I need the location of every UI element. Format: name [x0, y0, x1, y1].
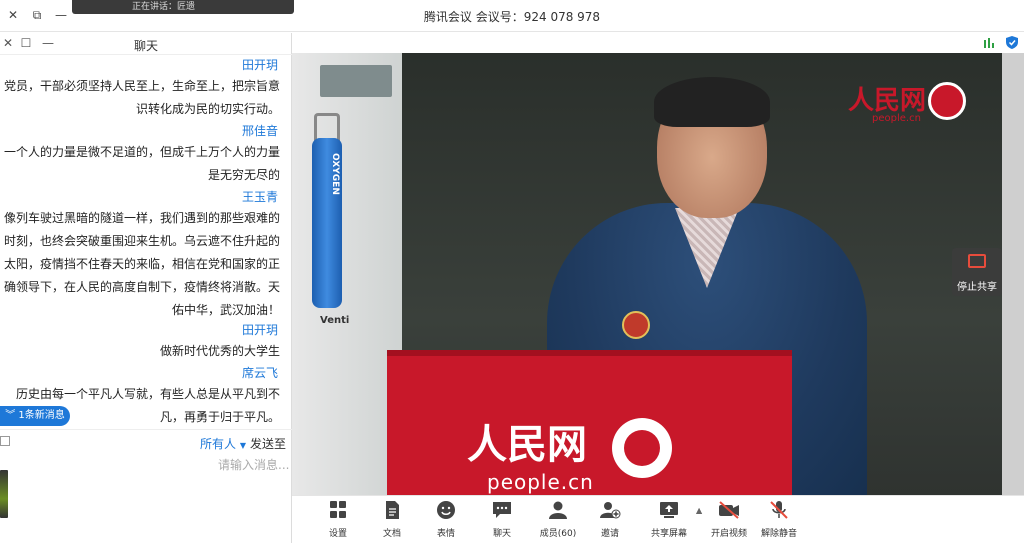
message-text: 佑中华，武汉加油！ [171, 303, 280, 317]
background-text: Venti [320, 315, 350, 326]
chat-icon [491, 500, 513, 520]
stop-share-button[interactable]: 停止共享 [952, 248, 1002, 296]
message-sender: 邢佳音 [241, 124, 278, 138]
podium-logo-icon [612, 418, 672, 478]
send-target-dropdown[interactable]: 所有人 ▼ [200, 435, 246, 452]
message-item: 邢佳音 一个人的力量是微不足道的，但成千上万个人的力量 是无穷无尽的 [0, 121, 286, 187]
message-text: 像列车驶过黑暗的隧道一样，我们遇到的那些艰难的 [3, 211, 280, 225]
new-messages-label: 1条新消息 [18, 410, 65, 421]
members-button[interactable]: 成员(60) [536, 500, 580, 540]
message-sender: 席云飞 [241, 366, 278, 380]
emoji-label: 表情 [436, 529, 455, 539]
tank-valve [314, 113, 340, 141]
message-text: 确领导下，在人民的高度自制下，疫情终将消散。天 [3, 280, 280, 294]
message-text: 做新时代优秀的大学生 [159, 344, 280, 358]
mic-off-icon [768, 500, 790, 520]
send-target-value: 所有人 [200, 437, 237, 451]
chat-title: 聊天 [133, 39, 158, 53]
unmute-label: 解除静音 [760, 529, 797, 539]
chevron-down-icon: ︾ [5, 410, 16, 421]
message-text: 识转化成为民的切实行动。 [135, 102, 280, 116]
members-icon [547, 500, 569, 520]
message-text: 党员，干部必须坚持人民至上，生命至上，把宗旨意 [3, 79, 280, 93]
podium-logo-en: people.cn [487, 470, 594, 494]
docs-label: 文档 [382, 529, 401, 539]
message-text: 是无穷无尽的 [207, 168, 280, 182]
send-target-bar: 所有人 ▼ 发送至 [0, 429, 292, 453]
speaker-hair [654, 77, 770, 127]
chat-input[interactable]: 请输入消息... [218, 456, 289, 473]
tank-label: OXYGEN [330, 153, 340, 195]
chat-window: ✕ ☐ — 聊天 田开玥 党员，干部必须坚持人民至上，生命至上，把宗旨意 识转化… [0, 33, 292, 543]
shield-icon[interactable] [1006, 36, 1018, 49]
invite-icon [599, 500, 621, 520]
message-text: 一个人的力量是微不足道的，但成千上万个人的力量 [3, 145, 280, 159]
share-screen-icon [658, 500, 680, 520]
share-screen-label: 共享屏幕 [650, 529, 687, 539]
watermark-logo-en: people.cn [872, 113, 921, 124]
message-item: 田开玥 做新时代优秀的大学生 [0, 320, 286, 363]
document-icon [381, 500, 403, 520]
message-sender: 田开玥 [241, 323, 278, 337]
message-sender: 田开玥 [241, 58, 278, 72]
stop-share-label: 停止共享 [957, 282, 997, 293]
camera-off-icon [718, 500, 740, 520]
watermark-logo-cn: 人民网 [848, 86, 927, 116]
docs-button[interactable]: 文档 [372, 500, 412, 540]
message-text: 太阳，疫情挡不住春天的来临，相信在党和国家的正 [3, 257, 280, 271]
share-screen-button[interactable]: ▲ 共享屏幕 [644, 500, 702, 540]
signal-icon[interactable] [984, 38, 996, 48]
video-button[interactable]: ▲ 开启视频 [696, 500, 754, 540]
new-messages-button[interactable]: ︾ 1条新消息 [0, 406, 70, 426]
chat-button[interactable]: 聊天 [482, 500, 522, 540]
caret-up-icon[interactable]: ▲ [696, 506, 702, 515]
emoji-icon [435, 500, 457, 520]
speaking-toast: 正在讲话：匠遗 [72, 0, 294, 14]
settings-icon [327, 500, 349, 520]
screenshot-icon[interactable] [0, 436, 10, 446]
chat-header: ✕ ☐ — 聊天 [0, 33, 292, 55]
message-item: 田开玥 党员，干部必须坚持人民至上，生命至上，把宗旨意 识转化成为民的切实行动。 [0, 55, 286, 121]
unmute-button[interactable]: 解除静音 [754, 500, 804, 540]
message-item: 王玉青 像列车驶过黑暗的隧道一样，我们遇到的那些艰难的 时刻，也终会突破重围迎来… [0, 187, 286, 322]
message-text: 时刻，也终会突破重围迎来生机。乌云遮不住升起的 [3, 234, 280, 248]
message-list[interactable]: 田开玥 党员，干部必须坚持人民至上，生命至上，把宗旨意 识转化成为民的切实行动。… [0, 55, 292, 427]
chat-label: 聊天 [492, 529, 511, 539]
caret-down-icon: ▼ [239, 441, 246, 450]
invite-label: 邀请 [600, 529, 619, 539]
members-label: 成员(60) [539, 529, 577, 539]
meeting-toolbar: 解除静音 ▲ 开启视频 ▲ 共享屏幕 邀请 成员(60) 聊天 表情 文档 设置 [292, 495, 1024, 543]
settings-label: 设置 [328, 529, 347, 539]
message-sender: 王玉青 [241, 190, 278, 204]
settings-button[interactable]: 设置 [318, 500, 358, 540]
video-label: 开启视频 [710, 529, 747, 539]
stop-share-icon [968, 254, 986, 268]
send-to-label: 发送至 [250, 437, 287, 451]
background-sign [320, 65, 392, 97]
emoji-button[interactable]: 表情 [426, 500, 466, 540]
volume-meter [0, 470, 8, 518]
watermark-logo-icon [928, 82, 966, 120]
message-text: 历史由每一个平凡人写就，有些人总是从平凡到不 [15, 387, 280, 401]
lapel-badge [622, 311, 650, 339]
invite-button[interactable]: 邀请 [590, 500, 630, 540]
podium-logo-cn: 人民网 [467, 421, 587, 468]
